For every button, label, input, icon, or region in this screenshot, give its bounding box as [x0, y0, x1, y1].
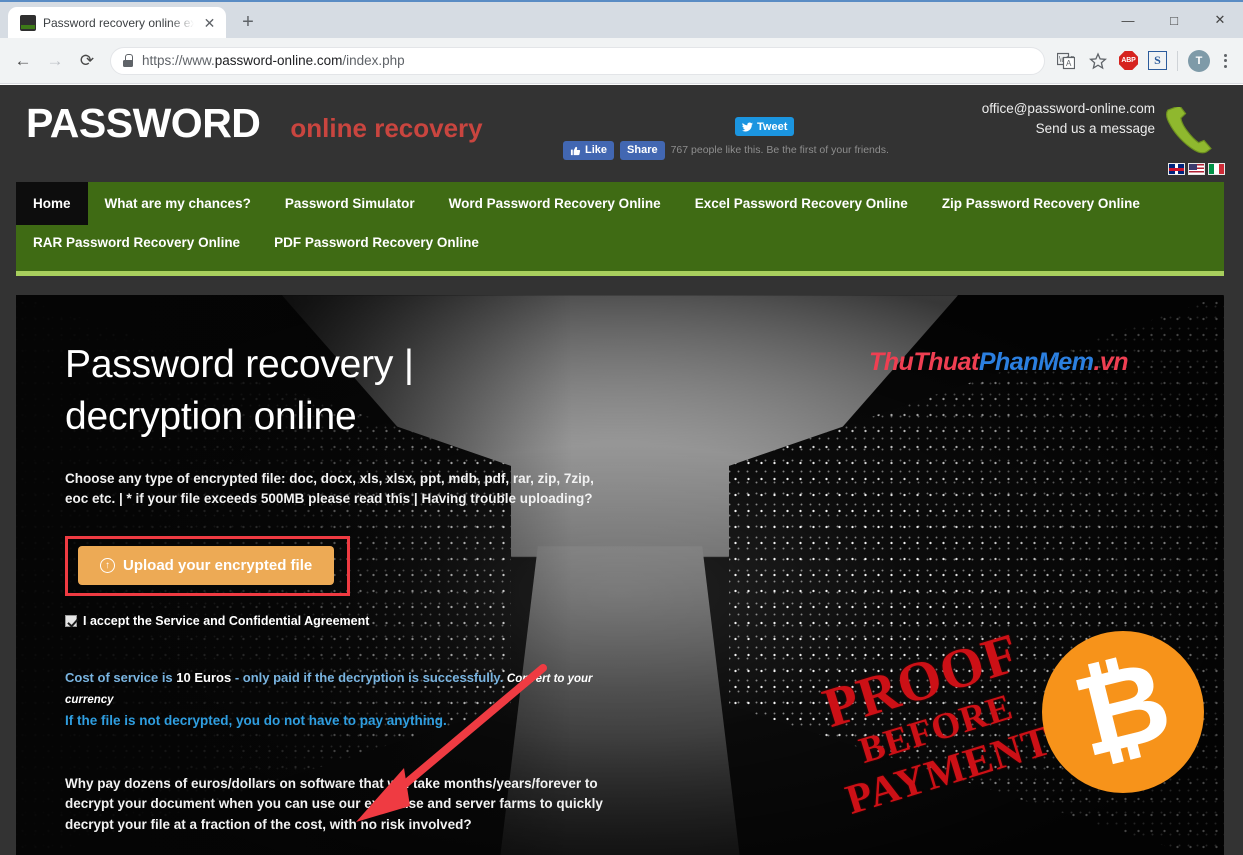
upload-circle-arrow-icon: ↑ [100, 558, 115, 574]
tweet-button[interactable]: Tweet [735, 117, 795, 136]
browser-toolbar: ← → ⟳ https://www.password-online.com/in… [0, 38, 1243, 84]
nav-item-home[interactable]: Home [16, 182, 88, 225]
bookmark-star-icon[interactable] [1087, 50, 1109, 72]
upload-highlight-box: ↑ Upload your encrypted file [65, 536, 351, 597]
nav-item-chances[interactable]: What are my chances? [88, 182, 268, 225]
twitter-bird-icon [742, 122, 753, 131]
language-flags [1168, 163, 1225, 175]
watermark-part-3: .vn [1093, 348, 1129, 376]
contact-email[interactable]: office@password-online.com [982, 99, 1155, 119]
nav-item-word[interactable]: Word Password Recovery Online [432, 182, 678, 225]
annotation-arrow [356, 664, 547, 822]
site-favicon [20, 14, 36, 31]
translate-icon[interactable]: \u6587A [1055, 50, 1077, 72]
cost-amount: 10 Euros [176, 670, 232, 686]
hero-description: Choose any type of encrypted file: doc, … [65, 470, 594, 506]
main-navigation: Home What are my chances? Password Simul… [16, 182, 1224, 276]
tab-title: Password recovery online excel, w [43, 15, 194, 30]
contact-message-link[interactable]: Send us a message [982, 119, 1155, 139]
maximize-button[interactable]: □ [1151, 2, 1197, 38]
window-close-button[interactable]: ✕ [1197, 2, 1243, 38]
svg-text:A: A [1066, 59, 1072, 68]
back-button[interactable]: ← [8, 46, 38, 76]
tab-strip: Password recovery online excel, w ✕ + [0, 2, 262, 38]
reload-button[interactable]: ⟳ [72, 46, 102, 76]
new-tab-button[interactable]: + [234, 8, 262, 36]
flag-it-icon[interactable] [1208, 163, 1225, 175]
logo-sub-text: online recovery [290, 113, 483, 143]
hero-title-line2: decryption online [65, 394, 357, 438]
forward-button[interactable]: → [40, 46, 70, 76]
watermark-part-1: ThuThuat [869, 348, 979, 376]
nav-row-1: Home What are my chances? Password Simul… [16, 182, 1224, 225]
facebook-share-label: Share [627, 144, 658, 156]
secure-lock-icon [123, 54, 133, 67]
bitcoin-glyph: ₿ [1062, 634, 1184, 784]
browser-tab[interactable]: Password recovery online excel, w ✕ [8, 7, 226, 38]
social-widgets: Tweet Like Share 767 people like this. B… [563, 117, 893, 160]
profile-avatar[interactable]: T [1188, 49, 1210, 72]
nav-item-zip[interactable]: Zip Password Recovery Online [925, 182, 1157, 225]
accept-agreement-label: I accept the Service and Confidential Ag… [83, 614, 370, 629]
window-controls: — □ ✕ [1105, 2, 1243, 38]
toolbar-icons: \u6587A ABP S T [1055, 49, 1235, 72]
facebook-like-button[interactable]: Like [563, 140, 615, 160]
upload-encrypted-file-button[interactable]: ↑ Upload your encrypted file [78, 546, 335, 586]
logo-main-text: PASSWORD [26, 100, 261, 146]
hero-section: Password recovery | decryption online Ch… [16, 295, 1224, 855]
page-content: PASSWORD online recovery Tweet Like Shar… [0, 85, 1243, 855]
site-watermark: ThuThuatPhanMem.vn [869, 348, 1129, 377]
thumbs-up-icon [570, 146, 581, 155]
facebook-row: Like Share 767 people like this. Be the … [563, 140, 893, 160]
facebook-share-button[interactable]: Share [620, 140, 665, 160]
upload-button-label: Upload your encrypted file [123, 557, 313, 575]
facebook-like-caption: 767 people like this. Be the first of yo… [670, 144, 889, 156]
contact-info: office@password-online.com Send us a mes… [982, 99, 1155, 138]
nav-item-excel[interactable]: Excel Password Recovery Online [678, 182, 925, 225]
browser-window: Password recovery online excel, w ✕ + — … [0, 0, 1243, 855]
facebook-like-label: Like [585, 144, 608, 156]
address-bar-url: https://www.password-online.com/index.ph… [142, 53, 405, 68]
watermark-part-2: PhanMem [978, 348, 1094, 376]
extension-s-icon[interactable]: S [1148, 51, 1167, 70]
nav-item-simulator[interactable]: Password Simulator [268, 182, 432, 225]
toolbar-divider [1177, 50, 1178, 71]
browser-titlebar: Password recovery online excel, w ✕ + — … [0, 0, 1243, 38]
accept-agreement-checkbox[interactable] [65, 615, 77, 628]
nav-row-2: RAR Password Recovery Online PDF Passwor… [16, 225, 1224, 266]
cost-prefix: Cost of service is [65, 670, 177, 686]
bitcoin-logo: ₿ [1042, 631, 1204, 793]
nav-item-pdf[interactable]: PDF Password Recovery Online [257, 225, 496, 266]
tab-close-icon[interactable]: ✕ [201, 14, 218, 31]
flag-us-icon[interactable] [1188, 163, 1205, 175]
tweet-label: Tweet [757, 120, 788, 133]
chrome-menu-icon[interactable] [1220, 53, 1231, 68]
address-bar[interactable]: https://www.password-online.com/index.ph… [110, 46, 1045, 75]
accept-agreement-row[interactable]: I accept the Service and Confidential Ag… [65, 614, 1224, 628]
nav-item-rar[interactable]: RAR Password Recovery Online [16, 225, 257, 266]
flag-uk-icon[interactable] [1168, 163, 1185, 175]
site-logo[interactable]: PASSWORD online recovery [26, 100, 483, 147]
site-header: PASSWORD online recovery Tweet Like Shar… [0, 85, 1243, 182]
adblock-plus-icon[interactable]: ABP [1119, 51, 1138, 70]
phone-handset-icon [1159, 104, 1215, 157]
minimize-button[interactable]: — [1105, 2, 1151, 38]
